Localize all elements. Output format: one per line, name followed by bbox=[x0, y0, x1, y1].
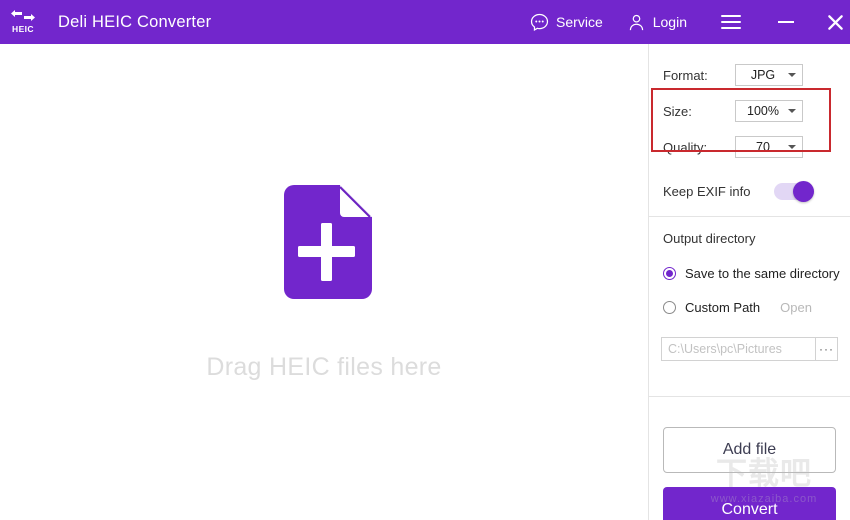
format-row: Format: JPG bbox=[663, 58, 836, 92]
quality-row: Quality: 70 bbox=[663, 130, 836, 164]
size-label: Size: bbox=[663, 103, 692, 119]
user-icon bbox=[629, 14, 643, 30]
quality-select[interactable]: 70 bbox=[735, 136, 803, 158]
output-path-value: C:\Users\pc\Pictures bbox=[668, 342, 782, 356]
titlebar-controls: Service Login bbox=[530, 0, 850, 44]
size-select[interactable]: 100% bbox=[735, 100, 803, 122]
exif-label: Keep EXIF info bbox=[663, 183, 751, 199]
radio-custom-path[interactable]: Custom Path Open bbox=[649, 292, 850, 322]
minimize-icon bbox=[778, 21, 794, 23]
size-row: Size: 100% bbox=[663, 94, 836, 128]
custom-path-label: Custom Path bbox=[685, 299, 761, 315]
exif-row: Keep EXIF info bbox=[663, 174, 836, 208]
radio-save-same-directory[interactable]: Save to the same directory bbox=[649, 258, 850, 288]
chat-bubble-icon bbox=[530, 13, 549, 31]
save-same-directory-label: Save to the same directory bbox=[685, 265, 840, 281]
panel-divider-2 bbox=[649, 396, 850, 397]
minimize-button[interactable] bbox=[771, 0, 801, 44]
settings-panel: Format: JPG Size: 100% Quality: 70 Keep … bbox=[648, 44, 850, 520]
hamburger-icon[interactable] bbox=[721, 15, 741, 29]
keep-exif-toggle[interactable] bbox=[774, 180, 814, 202]
format-label: Format: bbox=[663, 67, 708, 83]
drop-zone[interactable]: Drag HEIC files here bbox=[0, 44, 648, 520]
app-title: Deli HEIC Converter bbox=[58, 12, 212, 31]
output-section-title: Output directory bbox=[663, 231, 756, 246]
conversion-settings: Format: JPG Size: 100% Quality: 70 Keep … bbox=[649, 58, 850, 208]
app-logo: HEIC bbox=[0, 0, 46, 44]
logo-text: HEIC bbox=[12, 24, 34, 34]
add-file-button[interactable]: Add file bbox=[663, 427, 836, 473]
browse-button[interactable]: ··· bbox=[815, 338, 837, 360]
chevron-down-icon bbox=[788, 109, 796, 113]
service-label: Service bbox=[556, 14, 603, 30]
login-label: Login bbox=[652, 14, 687, 30]
radio-indicator bbox=[663, 300, 676, 314]
quality-label: Quality: bbox=[663, 139, 708, 155]
convert-button[interactable]: Convert bbox=[663, 487, 836, 520]
heic-arrows-icon bbox=[11, 10, 35, 21]
toggle-knob bbox=[793, 180, 814, 202]
output-path-field[interactable]: C:\Users\pc\Pictures ··· bbox=[661, 337, 838, 361]
login-button[interactable]: Login bbox=[627, 0, 687, 44]
close-icon bbox=[827, 14, 843, 30]
file-plus-icon bbox=[284, 184, 372, 299]
chevron-down-icon bbox=[788, 145, 796, 149]
open-link[interactable]: Open bbox=[780, 300, 812, 315]
format-select[interactable]: JPG bbox=[735, 64, 803, 86]
app-window: HEIC Deli HEIC Converter Service Login D… bbox=[0, 0, 850, 520]
drop-zone-text: Drag HEIC files here bbox=[206, 352, 442, 381]
radio-indicator bbox=[663, 266, 676, 280]
title-bar: HEIC Deli HEIC Converter Service Login bbox=[0, 0, 850, 44]
service-button[interactable]: Service bbox=[530, 0, 603, 44]
close-button[interactable] bbox=[820, 0, 850, 44]
chevron-down-icon bbox=[788, 73, 796, 77]
